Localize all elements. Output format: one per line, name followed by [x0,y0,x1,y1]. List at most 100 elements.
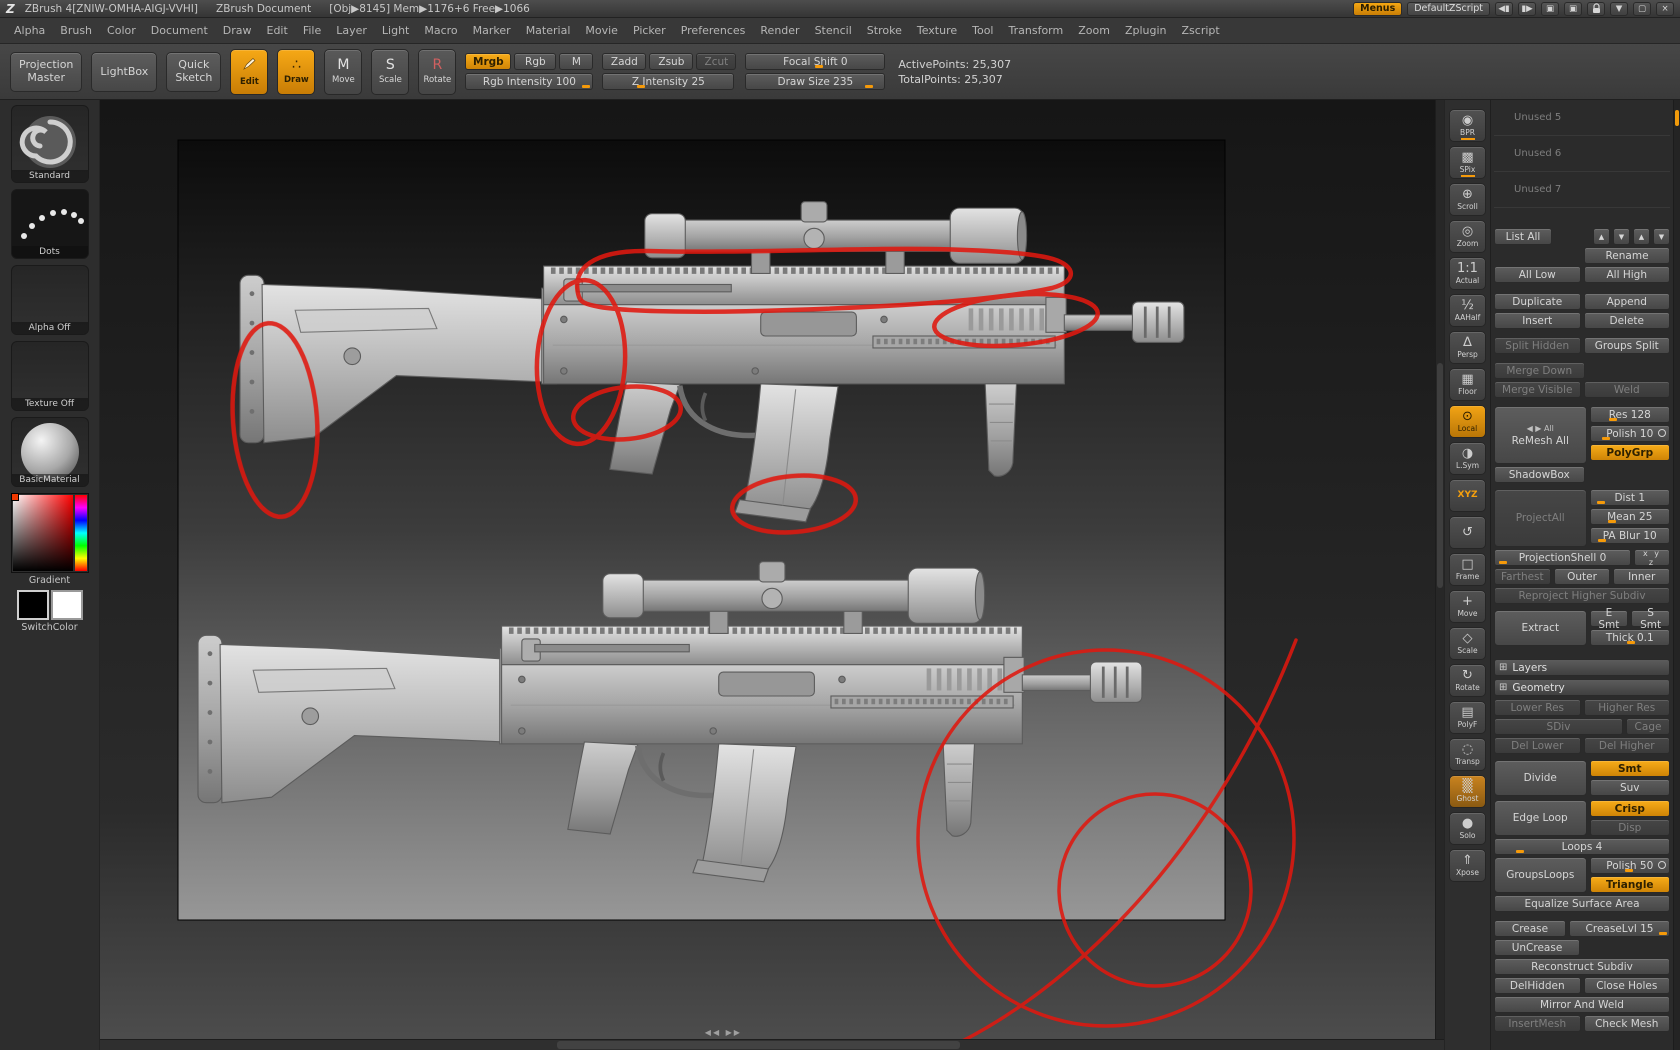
menu-stencil[interactable]: Stencil [815,24,852,37]
mrgb-button[interactable]: Mrgb [465,53,512,70]
subtool-move-down-button[interactable]: ▼ [1653,228,1670,245]
tool-slot-unused-7[interactable]: Unused 7 [1494,172,1670,208]
saturation-value-square[interactable] [12,495,73,571]
hue-strip[interactable] [74,495,87,571]
polyframe-button[interactable]: ▤ PolyF [1449,701,1486,734]
transparency-button[interactable]: ◌ Transp [1449,738,1486,771]
color-picker[interactable] [10,493,89,573]
crease-lvl-slider[interactable]: CreaseLvl 15 [1569,920,1670,937]
menu-file[interactable]: File [303,24,321,37]
xyz-button[interactable]: XYZ [1449,479,1486,512]
crease-button[interactable]: Crease [1494,920,1566,937]
move-mode-button[interactable]: M Move [324,48,363,95]
current-brush-standard[interactable]: Standard [10,105,89,183]
rgb-intensity-slider[interactable]: Rgb Intensity 100 [465,73,594,90]
scale-3d-button[interactable]: ◇ Scale [1449,627,1486,660]
maximize-icon[interactable]: ▢ [1633,1,1651,16]
project-mean-slider[interactable]: Mean 25 [1589,508,1670,525]
groups-split-button[interactable]: Groups Split [1583,337,1670,354]
default-zscript-button[interactable]: DefaultZScript [1407,1,1490,16]
outer-button[interactable]: Outer [1553,568,1611,585]
menu-stroke[interactable]: Stroke [867,24,902,37]
extract-button[interactable]: Extract [1494,610,1587,646]
menu-preferences[interactable]: Preferences [681,24,746,37]
canvas-horizontal-scrollbar[interactable] [100,1039,1444,1050]
menu-alpha[interactable]: Alpha [14,24,45,37]
disp-toggle[interactable]: Disp [1589,819,1670,836]
shadowbox-button[interactable]: ShadowBox [1494,466,1585,483]
menu-transform[interactable]: Transform [1009,24,1064,37]
zcut-button[interactable]: Zcut [696,53,737,70]
pa-blur-slider[interactable]: PA Blur 10 [1589,527,1670,544]
menu-tool[interactable]: Tool [972,24,993,37]
right-tray-scrollbar[interactable] [1673,100,1680,1050]
equalize-surface-area-button[interactable]: Equalize Surface Area [1494,895,1670,912]
subtool-move-up-button[interactable]: ▲ [1633,228,1650,245]
groupsloops-button[interactable]: GroupsLoops [1494,857,1587,893]
focal-shift-slider[interactable]: Focal Shift 0 [745,53,886,70]
switch-color-button[interactable]: SwitchColor [0,622,99,633]
ghost-button[interactable]: ▒ Ghost [1449,775,1486,808]
right-tray-toggle-icon[interactable]: ▮▶ [1518,1,1536,16]
higher-res-button[interactable]: Higher Res [1583,699,1670,716]
spix-button[interactable]: ▩ SPix [1449,146,1486,179]
check-mesh-button[interactable]: Check Mesh [1583,1015,1670,1032]
polish-mode-toggle-icon[interactable] [1658,429,1666,437]
split-hidden-button[interactable]: Split Hidden [1494,337,1581,354]
main-color-swatch[interactable] [16,590,49,620]
m-button[interactable]: M [559,53,594,70]
menu-brush[interactable]: Brush [60,24,92,37]
zoom-button[interactable]: ◎ Zoom [1449,220,1486,253]
delete-button[interactable]: Delete [1583,312,1670,329]
menu-texture[interactable]: Texture [917,24,957,37]
gradient-label[interactable]: Gradient [0,575,99,586]
tool-slot-unused-6[interactable]: Unused 6 [1494,136,1670,172]
menu-color[interactable]: Color [107,24,136,37]
menu-document[interactable]: Document [151,24,208,37]
spin-canvas-button[interactable]: ↺ [1449,516,1486,549]
suv-toggle[interactable]: Suv [1589,779,1670,796]
polygrp-toggle[interactable]: PolyGrp [1589,444,1670,461]
all-high-button[interactable]: All High [1583,266,1670,283]
smt-toggle[interactable]: Smt [1589,760,1670,777]
draw-size-slider[interactable]: Draw Size 235 [745,73,886,90]
xpose-button[interactable]: ⇑ Xpose [1449,849,1486,882]
secondary-color-swatch[interactable] [50,590,83,620]
menu-zplugin[interactable]: Zplugin [1125,24,1167,37]
rotate-3d-button[interactable]: ↻ Rotate [1449,664,1486,697]
menu-material[interactable]: Material [526,24,571,37]
menus-toggle-button[interactable]: Menus [1353,1,1403,16]
del-lower-button[interactable]: Del Lower [1494,737,1581,754]
z-intensity-slider[interactable]: Z Intensity 25 [602,73,735,90]
project-dist-slider[interactable]: Dist 1 [1589,489,1670,506]
layers-section-header[interactable]: ⊞ Layers [1494,659,1670,676]
menu-edit[interactable]: Edit [267,24,288,37]
left-tray-toggle-icon[interactable]: ◀▮ [1495,1,1513,16]
subtool-up-button[interactable]: ▲ [1593,228,1610,245]
projectall-button[interactable]: ProjectAll [1494,489,1587,547]
divide-button[interactable]: Divide [1494,760,1587,796]
uncrease-button[interactable]: UnCrease [1494,939,1580,956]
aahalf-button[interactable]: ½ AAHalf [1449,294,1486,327]
menu-layer[interactable]: Layer [336,24,367,37]
draw-mode-button[interactable]: ∴ Draw [277,48,316,95]
bottom-tray-divider[interactable]: ◀◀ ▶▶ [705,1028,742,1037]
projection-master-button[interactable]: Projection Master [10,51,83,92]
move-3d-button[interactable]: + Move [1449,590,1486,623]
menu-marker[interactable]: Marker [473,24,511,37]
zadd-button[interactable]: Zadd [602,53,647,70]
geometry-section-header[interactable]: ⊞ Geometry [1494,679,1670,696]
minimize-icon[interactable]: ▼ [1610,1,1628,16]
document-canvas[interactable]: ◀◀ ▶▶ [100,100,1444,1050]
duplicate-button[interactable]: Duplicate [1494,293,1581,310]
extract-thick-slider[interactable]: Thick 0.1 [1589,629,1670,646]
remesh-polish-slider[interactable]: Polish 10 [1589,425,1670,442]
quick-sketch-button[interactable]: Quick Sketch [166,51,222,92]
menu-picker[interactable]: Picker [633,24,666,37]
delhidden-button[interactable]: DelHidden [1494,977,1581,994]
rename-button[interactable]: Rename [1584,247,1670,264]
edit-mode-button[interactable]: Edit [230,48,269,95]
persp-button[interactable]: ∆ Persp [1449,331,1486,364]
current-material[interactable]: BasicMaterial [10,417,89,487]
store-config-icon[interactable]: ▣ [1541,1,1559,16]
